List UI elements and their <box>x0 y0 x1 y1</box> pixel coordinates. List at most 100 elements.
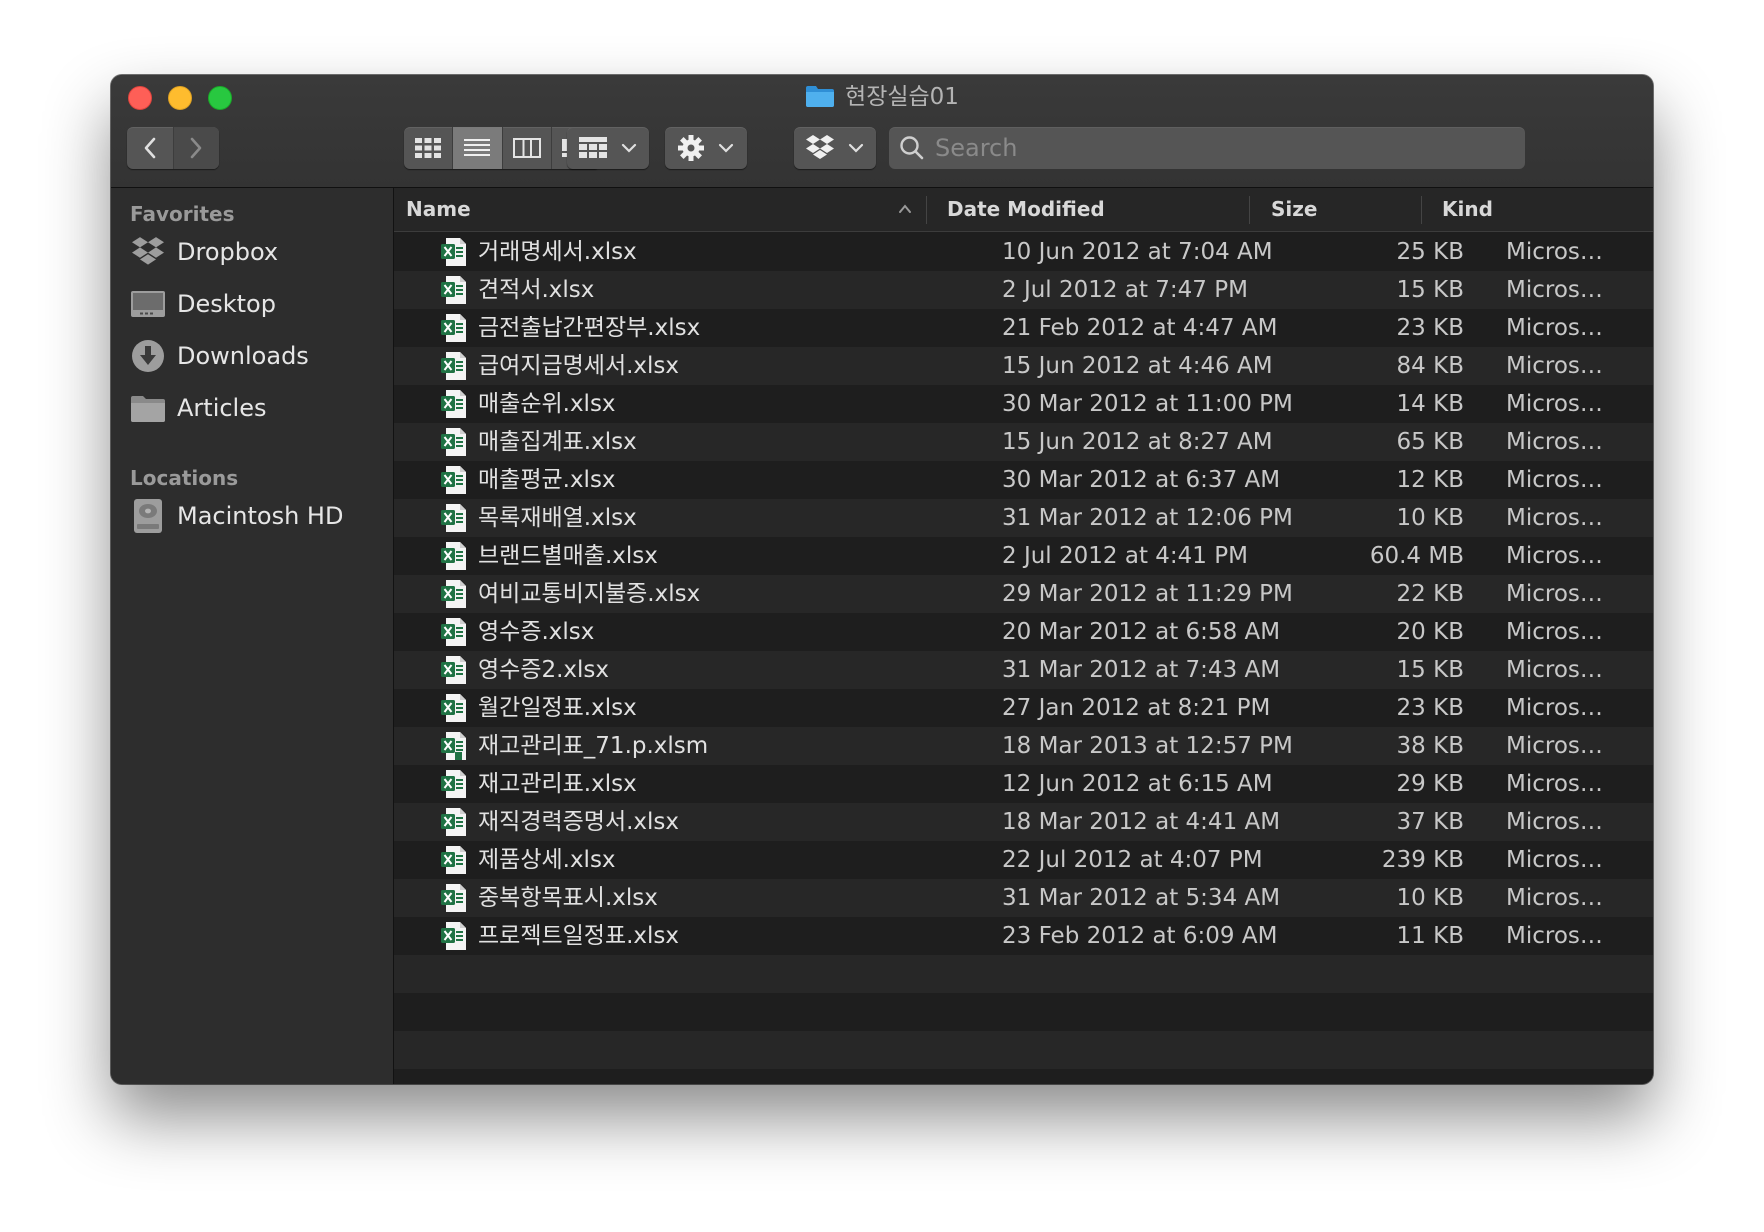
desktop-icon <box>128 284 168 324</box>
sidebar-item-dropbox[interactable]: Dropbox <box>128 232 378 272</box>
file-row[interactable]: 거래명세서.xlsx 10 Jun 2012 at 7:04 AM 25 KB … <box>394 233 1653 271</box>
column-divider[interactable] <box>1421 196 1422 224</box>
column-header-size[interactable]: Size <box>1271 188 1317 231</box>
chevron-left-icon <box>144 137 156 159</box>
file-row[interactable]: 중복항목표시.xlsx 31 Mar 2012 at 5:34 AM 10 KB… <box>394 879 1653 917</box>
file-row[interactable]: 영수증2.xlsx 31 Mar 2012 at 7:43 AM 15 KB M… <box>394 651 1653 689</box>
dropbox-menu-button[interactable] <box>794 127 876 169</box>
file-kind: Micros… <box>1506 467 1603 493</box>
excel-file-icon <box>441 618 466 646</box>
file-name: 월간일정표.xlsx <box>478 695 637 721</box>
file-row[interactable]: 제품상세.xlsx 22 Jul 2012 at 4:07 PM 239 KB … <box>394 841 1653 879</box>
file-kind: Micros… <box>1506 581 1603 607</box>
excel-file-icon <box>441 428 466 456</box>
file-size: 20 KB <box>1396 619 1464 645</box>
file-row[interactable]: 목록재배열.xlsx 31 Mar 2012 at 12:06 PM 10 KB… <box>394 499 1653 537</box>
file-name: 급여지급명세서.xlsx <box>478 353 680 379</box>
file-name: 거래명세서.xlsx <box>478 239 637 265</box>
column-view-button[interactable] <box>501 127 551 169</box>
file-date: 20 Mar 2012 at 6:58 AM <box>1002 619 1281 645</box>
file-size: 10 KB <box>1396 885 1464 911</box>
file-row[interactable]: 견적서.xlsx 2 Jul 2012 at 7:47 PM 15 KB Mic… <box>394 271 1653 309</box>
file-rows: 거래명세서.xlsx 10 Jun 2012 at 7:04 AM 25 KB … <box>394 233 1653 1069</box>
file-size: 22 KB <box>1396 581 1464 607</box>
forward-button[interactable] <box>172 127 219 169</box>
file-name-cell: 영수증2.xlsx <box>440 651 920 689</box>
column-header-kind[interactable]: Kind <box>1442 188 1493 231</box>
file-row[interactable]: 월간일정표.xlsx 27 Jan 2012 at 8:21 PM 23 KB … <box>394 689 1653 727</box>
sidebar-item-desktop[interactable]: Desktop <box>128 284 378 324</box>
column-divider[interactable] <box>926 196 927 224</box>
file-row[interactable]: 매출평균.xlsx 30 Mar 2012 at 6:37 AM 12 KB M… <box>394 461 1653 499</box>
excel-file-icon <box>441 466 466 494</box>
file-kind: Micros… <box>1506 543 1603 569</box>
list-view-button[interactable] <box>452 127 502 169</box>
group-by-button[interactable] <box>567 127 649 169</box>
excel-file-icon <box>441 276 466 304</box>
empty-row <box>394 993 1653 1031</box>
icon-view-button[interactable] <box>404 127 452 169</box>
file-row[interactable]: 프로젝트일정표.xlsx 23 Feb 2012 at 6:09 AM 11 K… <box>394 917 1653 955</box>
file-row[interactable]: 영수증.xlsx 20 Mar 2012 at 6:58 AM 20 KB Mi… <box>394 613 1653 651</box>
file-date: 18 Mar 2013 at 12:57 PM <box>1002 733 1293 759</box>
sidebar-item-downloads[interactable]: Downloads <box>128 336 378 376</box>
file-name: 견적서.xlsx <box>478 277 595 303</box>
file-date: 30 Mar 2012 at 6:37 AM <box>1002 467 1281 493</box>
hard-drive-icon <box>128 496 168 536</box>
action-menu-button[interactable] <box>665 127 747 169</box>
sidebar-item-articles[interactable]: Articles <box>128 388 378 428</box>
file-size: 15 KB <box>1396 657 1464 683</box>
column-header-name[interactable]: Name <box>406 188 471 231</box>
search-icon <box>900 136 924 160</box>
file-kind: Micros… <box>1506 885 1603 911</box>
column-divider[interactable] <box>1249 196 1250 224</box>
file-row[interactable]: 재고관리표.xlsx 12 Jun 2012 at 6:15 AM 29 KB … <box>394 765 1653 803</box>
search-field[interactable] <box>889 127 1525 169</box>
favorites-heading: Favorites <box>130 202 235 226</box>
column-header-date[interactable]: Date Modified <box>947 188 1105 231</box>
file-date: 31 Mar 2012 at 5:34 AM <box>1002 885 1281 911</box>
file-kind: Micros… <box>1506 847 1603 873</box>
file-date: 15 Jun 2012 at 4:46 AM <box>1002 353 1273 379</box>
excel-file-icon <box>441 314 466 342</box>
excel-file-icon <box>441 694 466 722</box>
excel-file-icon <box>441 390 466 418</box>
file-name-cell: 금전출납간편장부.xlsx <box>440 309 920 347</box>
file-name-cell: 재직경력증명서.xlsx <box>440 803 920 841</box>
file-date: 2 Jul 2012 at 4:41 PM <box>1002 543 1248 569</box>
downloads-icon <box>128 336 168 376</box>
chevron-right-icon <box>190 137 202 159</box>
file-row[interactable]: 브랜드별매출.xlsx 2 Jul 2012 at 4:41 PM 60.4 M… <box>394 537 1653 575</box>
file-date: 29 Mar 2012 at 11:29 PM <box>1002 581 1293 607</box>
sidebar: Favorites Dropbox Desktop Downloads Arti… <box>111 188 394 1084</box>
file-kind: Micros… <box>1506 505 1603 531</box>
file-row[interactable]: 금전출납간편장부.xlsx 21 Feb 2012 at 4:47 AM 23 … <box>394 309 1653 347</box>
file-name: 목록재배열.xlsx <box>478 505 637 531</box>
file-row[interactable]: 매출집계표.xlsx 15 Jun 2012 at 8:27 AM 65 KB … <box>394 423 1653 461</box>
back-button[interactable] <box>127 127 173 169</box>
file-row[interactable]: 재고관리표_71.p.xlsm 18 Mar 2013 at 12:57 PM … <box>394 727 1653 765</box>
file-row[interactable]: 급여지급명세서.xlsx 15 Jun 2012 at 4:46 AM 84 K… <box>394 347 1653 385</box>
file-row[interactable]: 재직경력증명서.xlsx 18 Mar 2012 at 4:41 AM 37 K… <box>394 803 1653 841</box>
file-size: 12 KB <box>1396 467 1464 493</box>
file-size: 84 KB <box>1396 353 1464 379</box>
file-row[interactable]: 여비교통비지불증.xlsx 29 Mar 2012 at 11:29 PM 22… <box>394 575 1653 613</box>
sidebar-item-macintosh-hd[interactable]: Macintosh HD <box>128 496 378 536</box>
file-row[interactable]: 매출순위.xlsx 30 Mar 2012 at 11:00 PM 14 KB … <box>394 385 1653 423</box>
file-kind: Micros… <box>1506 809 1603 835</box>
excel-file-icon <box>441 352 466 380</box>
file-date: 23 Feb 2012 at 6:09 AM <box>1002 923 1278 949</box>
window-title-text: 현장실습01 <box>845 84 959 110</box>
file-size: 239 KB <box>1381 847 1464 873</box>
file-name-cell: 중복항목표시.xlsx <box>440 879 920 917</box>
icon-grid-icon <box>415 138 442 158</box>
folder-icon <box>128 388 168 428</box>
file-name: 재고관리표.xlsx <box>478 771 637 797</box>
finder-window: 현장실습01 Search Favorites Dropbox Desktop … <box>111 75 1653 1084</box>
file-kind: Micros… <box>1506 315 1603 341</box>
file-date: 27 Jan 2012 at 8:21 PM <box>1002 695 1271 721</box>
file-kind: Micros… <box>1506 277 1603 303</box>
file-kind: Micros… <box>1506 353 1603 379</box>
sidebar-item-label: Desktop <box>177 290 276 318</box>
search-input[interactable] <box>933 133 1497 163</box>
